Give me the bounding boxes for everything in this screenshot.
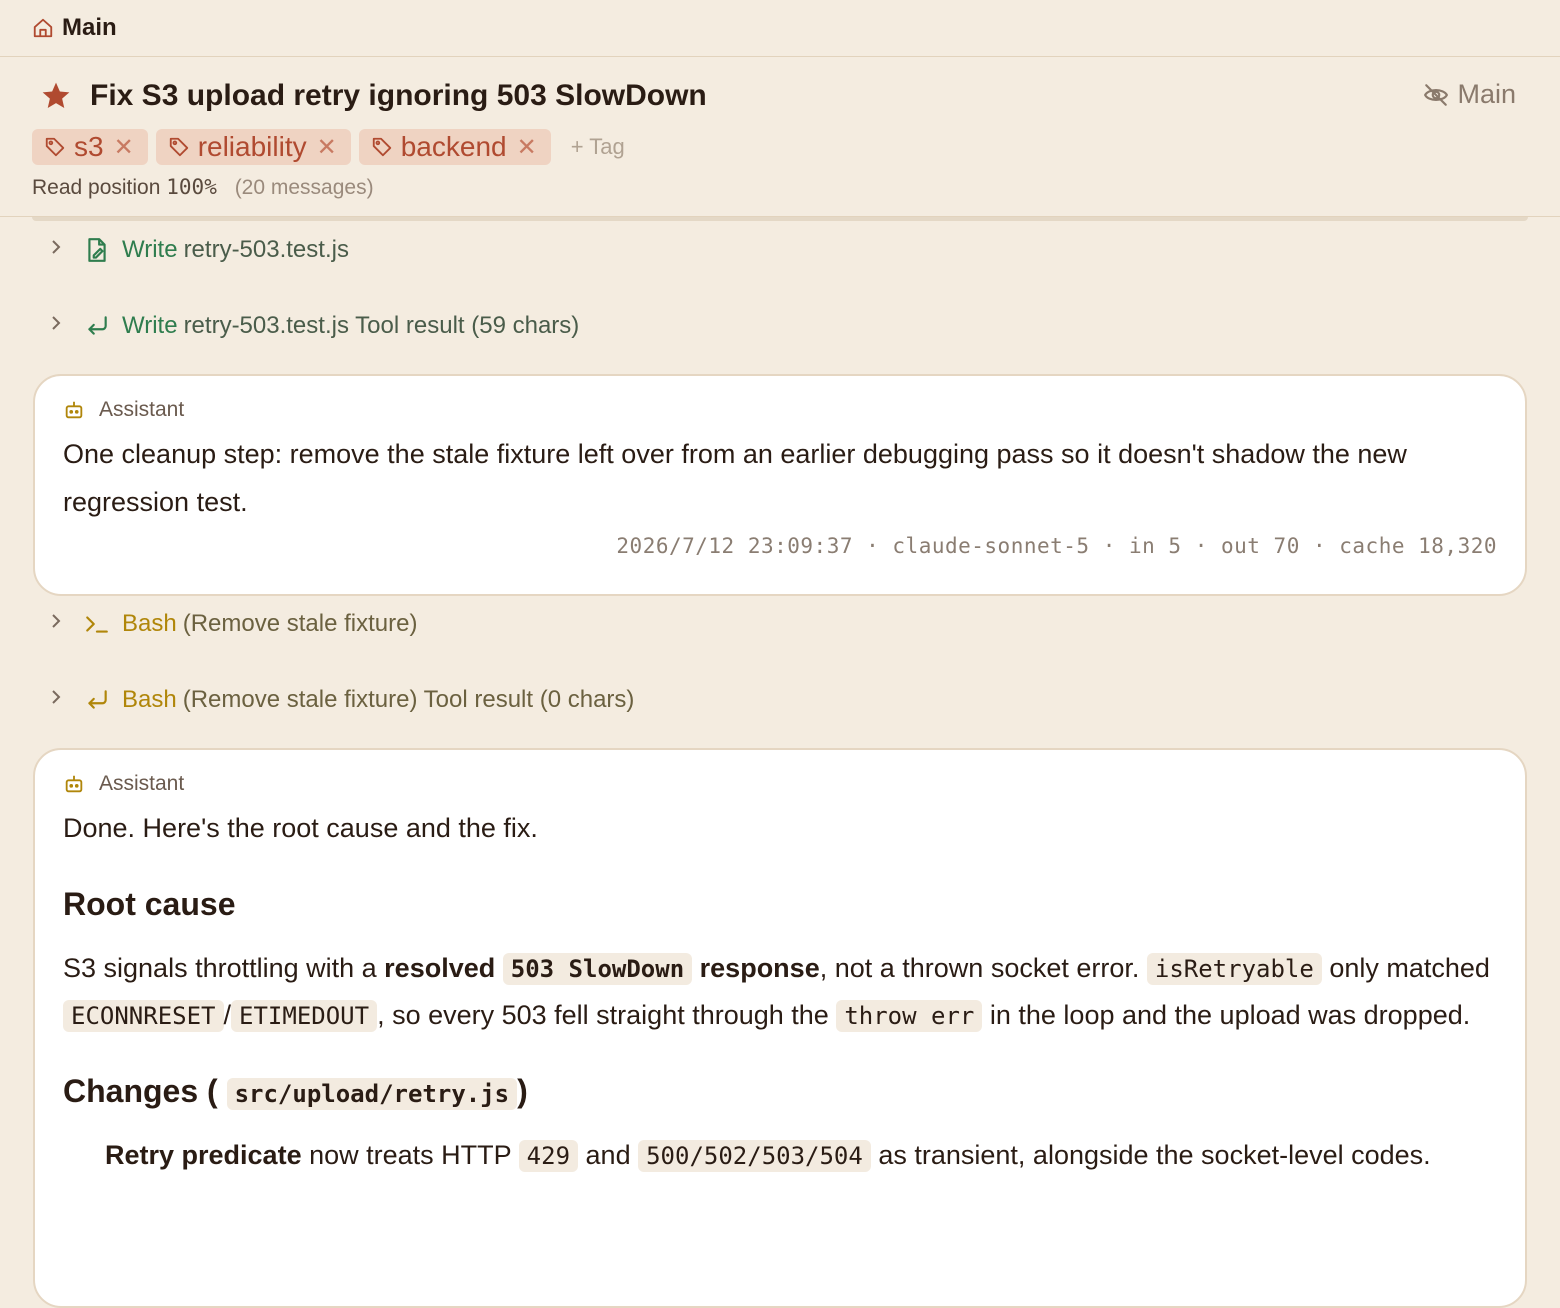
breadcrumb[interactable]: Main bbox=[0, 0, 1560, 57]
scroll-shadow bbox=[32, 217, 1528, 221]
tag-label: reliability bbox=[197, 131, 307, 162]
file-edit-icon bbox=[84, 237, 122, 263]
add-tag-button[interactable]: + Tag bbox=[571, 134, 625, 160]
remove-tag-icon[interactable]: ✕ bbox=[517, 133, 537, 162]
message-text: One cleanup step: remove the stale fixtu… bbox=[63, 439, 1407, 517]
tool-detail: (Remove stale fixture) bbox=[182, 610, 418, 637]
inline-code: 500/502/503/504 bbox=[638, 1140, 871, 1172]
page-title: Fix S3 upload retry ignoring 503 SlowDow… bbox=[90, 79, 707, 112]
tool-name: Write bbox=[122, 312, 178, 339]
chevron-right-icon[interactable] bbox=[48, 312, 84, 340]
tool-result-row[interactable]: Write retry-503.test.js Tool result (59 … bbox=[0, 306, 579, 346]
remove-tag-icon[interactable]: ✕ bbox=[317, 133, 337, 162]
return-arrow-icon bbox=[84, 687, 122, 713]
bold-run: resolved bbox=[384, 953, 496, 983]
text-run: / bbox=[223, 1000, 232, 1030]
read-position-value: 100% bbox=[166, 175, 217, 199]
list-item: Retry predicate now treats HTTP 429 and … bbox=[63, 1132, 1497, 1179]
tool-detail: retry-503.test.js Tool result (59 chars) bbox=[183, 312, 580, 339]
tag-list: s3 ✕ reliability ✕ backend ✕ + Tag bbox=[32, 129, 1528, 165]
robot-icon bbox=[65, 401, 83, 419]
inline-code: ETIMEDOUT bbox=[231, 1000, 378, 1032]
text-run: now treats HTTP bbox=[301, 1140, 519, 1170]
message-role: Assistant bbox=[63, 772, 1497, 796]
bold-run: Retry predicate bbox=[105, 1140, 302, 1170]
text-run: in the loop and the upload was dropped. bbox=[982, 1000, 1471, 1030]
inline-code: 503 SlowDown bbox=[502, 953, 693, 985]
message-count: (20 messages) bbox=[234, 176, 374, 199]
heading-text: Changes ( bbox=[63, 1073, 218, 1109]
inline-code: 429 bbox=[518, 1140, 579, 1172]
heading-changes: Changes ( src/upload/retry.js) bbox=[63, 1073, 1497, 1110]
tag-icon bbox=[45, 137, 65, 157]
message-role: Assistant bbox=[63, 398, 1497, 422]
eye-off-icon bbox=[1424, 83, 1449, 106]
chevron-right-icon[interactable] bbox=[48, 686, 84, 714]
assistant-message: Assistant One cleanup step: remove the s… bbox=[33, 374, 1527, 596]
tool-result-row[interactable]: Bash (Remove stale fixture) Tool result … bbox=[0, 680, 634, 720]
main-toggle-label: Main bbox=[1457, 79, 1516, 109]
tag-reliability[interactable]: reliability ✕ bbox=[155, 129, 351, 165]
message-intro: Done. Here's the root cause and the fix. bbox=[63, 813, 538, 843]
home-icon bbox=[33, 18, 53, 38]
tag-label: s3 bbox=[74, 131, 104, 162]
robot-icon bbox=[65, 775, 83, 793]
conversation-header: Fix S3 upload retry ignoring 503 SlowDow… bbox=[0, 57, 1560, 217]
assistant-message: Assistant Done. Here's the root cause an… bbox=[33, 748, 1527, 1308]
bold-run: response bbox=[699, 953, 820, 983]
tag-icon bbox=[169, 137, 188, 157]
tool-name: Bash bbox=[122, 610, 177, 637]
chevron-right-icon[interactable] bbox=[48, 610, 84, 638]
heading-root-cause: Root cause bbox=[63, 886, 236, 922]
tool-detail: retry-503.test.js bbox=[183, 236, 349, 263]
text-run: and bbox=[578, 1140, 639, 1170]
text-run: , not a thrown socket error. bbox=[819, 953, 1147, 983]
tool-name: Write bbox=[122, 236, 178, 263]
tag-icon bbox=[372, 137, 391, 157]
tool-call-row[interactable]: Bash (Remove stale fixture) bbox=[0, 604, 417, 644]
tool-name: Bash bbox=[122, 686, 177, 713]
text-run: only matched bbox=[1321, 953, 1490, 983]
tag-s3[interactable]: s3 ✕ bbox=[32, 129, 148, 165]
tag-label: backend bbox=[400, 131, 507, 162]
breadcrumb-label: Main bbox=[62, 14, 117, 41]
inline-code: ECONNRESET bbox=[63, 1000, 224, 1032]
chevron-right-icon[interactable] bbox=[48, 236, 84, 264]
text-run: S3 signals throttling with a bbox=[63, 953, 385, 983]
terminal-icon bbox=[84, 611, 122, 637]
inline-code: src/upload/retry.js bbox=[226, 1078, 518, 1110]
inline-code: isRetryable bbox=[1146, 953, 1322, 985]
return-arrow-icon bbox=[84, 313, 122, 339]
tool-call-row[interactable]: Write retry-503.test.js bbox=[0, 230, 349, 270]
read-position-label: Read position bbox=[32, 176, 161, 199]
role-label: Assistant bbox=[99, 772, 185, 795]
read-position: Read position 100% (20 messages) bbox=[32, 175, 1528, 200]
tag-backend[interactable]: backend ✕ bbox=[358, 129, 551, 165]
text-run: as transient, alongside the socket-level… bbox=[870, 1140, 1431, 1170]
text-run: , so every 503 fell straight through the bbox=[377, 1000, 837, 1030]
message-meta: 2026/7/12 23:09:37 · claude-sonnet-5 · i… bbox=[616, 534, 1497, 558]
inline-code: throw err bbox=[836, 1000, 983, 1032]
root-cause-paragraph: S3 signals throttling with a resolved 50… bbox=[63, 945, 1497, 1039]
heading-text: ) bbox=[517, 1073, 528, 1109]
main-visibility-toggle[interactable]: Main bbox=[1423, 79, 1516, 110]
star-icon[interactable] bbox=[40, 80, 72, 112]
role-label: Assistant bbox=[99, 398, 185, 421]
tool-detail: (Remove stale fixture) Tool result (0 ch… bbox=[182, 686, 635, 713]
remove-tag-icon[interactable]: ✕ bbox=[114, 133, 134, 162]
